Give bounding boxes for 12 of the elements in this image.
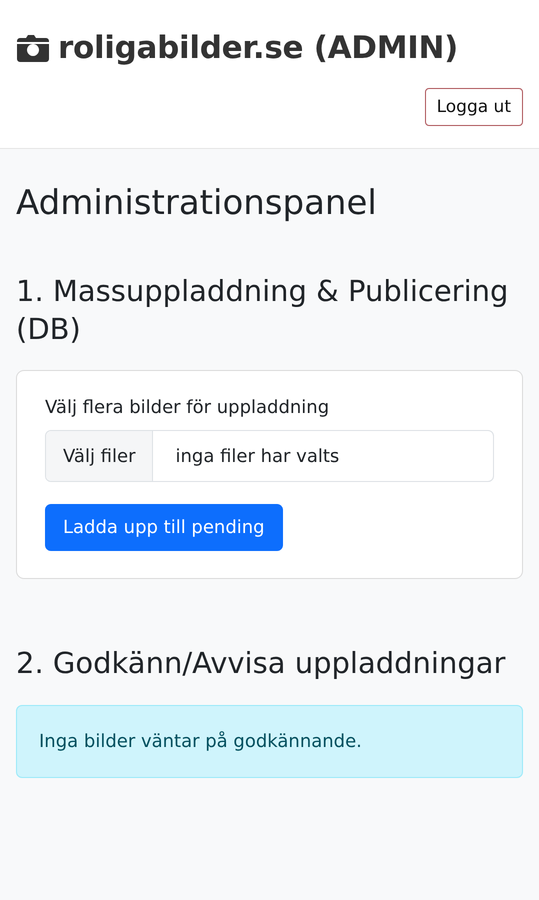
choose-files-button[interactable]: Välj filer (46, 431, 154, 482)
file-status: inga filer har valts (174, 446, 340, 467)
field-label: Välj flera bilder för uppladdning (45, 397, 330, 418)
upload-button[interactable]: Ladda upp till pending (45, 504, 283, 552)
section-heading: 1. Massuppladdning & Publicering (DB) (16, 273, 510, 348)
section-heading: 2. Godkänn/Avvisa uppladdningar (16, 645, 506, 682)
camera-icon (16, 33, 50, 63)
site-title: roligabilder.se (ADMIN) (58, 30, 458, 66)
page-title: Administrationspanel (16, 183, 378, 223)
info-alert: Inga bilder väntar på godkännande. (16, 705, 523, 778)
file-input[interactable]: Välj filer inga filer har valts (45, 430, 494, 482)
logout-button[interactable]: Logga ut (424, 88, 523, 126)
